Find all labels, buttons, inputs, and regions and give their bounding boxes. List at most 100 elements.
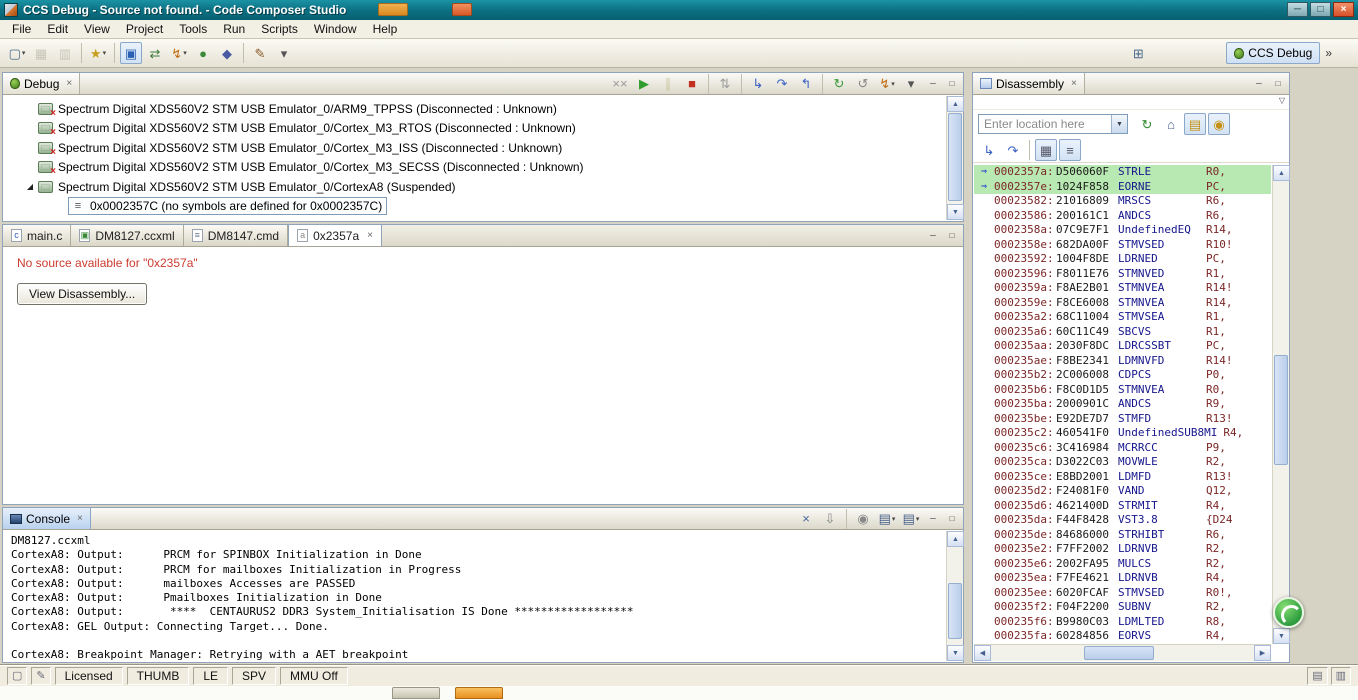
scroll-down-icon[interactable]: ▼ bbox=[1273, 628, 1290, 644]
new-button[interactable]: ▢ ▾ bbox=[6, 42, 28, 64]
disassembly-row[interactable]: 00023586: 200161C1 ANDCS R6, bbox=[974, 209, 1271, 224]
restart-button[interactable]: ↻ bbox=[828, 73, 850, 95]
tab-debug[interactable]: Debug × bbox=[3, 73, 81, 94]
maximize-view-button[interactable]: □ bbox=[943, 511, 961, 527]
disassembly-row[interactable]: 000235de: 84686000 STRHIBT R6, bbox=[974, 528, 1271, 543]
close-icon[interactable]: × bbox=[66, 78, 72, 89]
debug-tree-item[interactable]: Spectrum Digital XDS560V2 STM USB Emulat… bbox=[4, 138, 945, 158]
lock-pc-button[interactable]: ◉ bbox=[1208, 113, 1230, 135]
disassembly-hscrollbar[interactable]: ◀ ▶ bbox=[974, 644, 1271, 661]
disassembly-row[interactable]: 000235ee: 6020FCAF STMVSED R0!, bbox=[974, 586, 1271, 601]
clear-console-button[interactable]: × bbox=[795, 508, 817, 530]
scroll-lock-button[interactable]: ⇩ bbox=[819, 508, 841, 530]
disassembly-row[interactable]: 000235c6: 3C416984 MCRRCC P9, bbox=[974, 441, 1271, 456]
close-window-button[interactable]: × bbox=[1333, 2, 1354, 17]
disassembly-row[interactable]: 000235ba: 2000901C ANDCS R9, bbox=[974, 397, 1271, 412]
scroll-up-icon[interactable]: ▲ bbox=[947, 531, 964, 547]
location-combo[interactable]: Enter location here ▼ bbox=[978, 114, 1128, 134]
disassembly-row[interactable]: 000235b2: 2C006008 CDPCS P0, bbox=[974, 368, 1271, 383]
tab-console[interactable]: Console × bbox=[3, 508, 91, 529]
editor-tab-main-c[interactable]: c main.c bbox=[3, 225, 72, 246]
editor-state-cell[interactable]: ▢ bbox=[7, 666, 28, 685]
debug-tree-item[interactable]: ≡ 0x0002357C (no symbols are defined for … bbox=[4, 197, 945, 217]
maximize-view-button[interactable]: □ bbox=[943, 76, 961, 92]
disassembly-row[interactable]: 0002358a: 07C9E7F1 UndefinedEQ R14, bbox=[974, 223, 1271, 238]
close-icon[interactable]: × bbox=[1071, 78, 1077, 89]
scroll-right-icon[interactable]: ▶ bbox=[1254, 645, 1271, 661]
close-icon[interactable]: × bbox=[77, 513, 83, 524]
minimize-view-button[interactable]: ─ bbox=[1250, 76, 1268, 92]
step-return-button[interactable]: ↰ bbox=[795, 73, 817, 95]
editor-tab-dm8147-cmd[interactable]: ≡ DM8147.cmd bbox=[183, 225, 289, 246]
title-bar[interactable]: CCS Debug - Source not found. - Code Com… bbox=[0, 0, 1358, 20]
menu-tools[interactable]: Tools bbox=[171, 20, 215, 38]
perspective-ccs-debug-button[interactable]: CCS Debug bbox=[1226, 42, 1321, 64]
maximize-view-button[interactable]: □ bbox=[943, 228, 961, 244]
scrollbar-thumb[interactable] bbox=[1084, 646, 1154, 660]
tab-disassembly[interactable]: Disassembly × bbox=[973, 73, 1085, 94]
menu-window[interactable]: Window bbox=[306, 20, 365, 38]
disassembly-row[interactable]: 000235aa: 2030F8DC LDRCSSBT PC, bbox=[974, 339, 1271, 354]
edit-mode-cell[interactable]: ✎ bbox=[31, 666, 51, 685]
disassembly-row[interactable]: 000235ce: E8BD2001 LDMFD R13! bbox=[974, 470, 1271, 485]
disassembly-row[interactable]: 000235ca: D3022C03 MOVWLE R2, bbox=[974, 455, 1271, 470]
disassembly-row[interactable]: ⇒ 0002357e: 1024F858 EORNE PC, bbox=[974, 179, 1271, 194]
console-scrollbar[interactable]: ▲ ▼ bbox=[946, 531, 964, 661]
asm-step-over-button[interactable]: ↷ bbox=[1002, 139, 1024, 161]
scrollbar-thumb[interactable] bbox=[1274, 355, 1288, 465]
breakpoint-button[interactable]: ◆ bbox=[216, 42, 238, 64]
disassembly-row[interactable]: 000235be: E92DE7D7 STMFD R13! bbox=[974, 412, 1271, 427]
save-button[interactable]: ▦ bbox=[30, 42, 52, 64]
disassembly-row[interactable]: 000235a6: 60C11C49 SBCVS R1, bbox=[974, 325, 1271, 340]
refresh-view-button[interactable]: ▤ bbox=[1184, 113, 1206, 135]
scrollbar-thumb[interactable] bbox=[948, 113, 962, 201]
debug-tree-item[interactable]: Spectrum Digital XDS560V2 STM USB Emulat… bbox=[4, 119, 945, 138]
scrollbar-thumb[interactable] bbox=[948, 583, 962, 639]
close-icon[interactable]: × bbox=[367, 230, 373, 241]
trace-button[interactable]: ✎ bbox=[249, 42, 271, 64]
menu-file[interactable]: File bbox=[4, 20, 39, 38]
scroll-up-icon[interactable]: ▲ bbox=[1273, 165, 1290, 181]
new-wizard-button[interactable]: ★ ▾ bbox=[87, 42, 109, 64]
taskbar-item-fragment[interactable] bbox=[455, 687, 503, 699]
disassembly-row[interactable]: 000235d6: 4621400D STRMIT R4, bbox=[974, 499, 1271, 514]
location-input[interactable]: Enter location here bbox=[979, 117, 1111, 131]
scroll-down-icon[interactable]: ▼ bbox=[947, 645, 964, 661]
print-status-cell[interactable]: ▤ bbox=[1307, 666, 1328, 685]
menu-view[interactable]: View bbox=[76, 20, 118, 38]
disassembly-row[interactable]: 000235f6: B9980C03 LDMLTED R8, bbox=[974, 615, 1271, 630]
navigate-button[interactable]: ↻ bbox=[1136, 113, 1158, 135]
disassembly-row[interactable]: 00023596: F8011E76 STMNVED R1, bbox=[974, 267, 1271, 282]
scroll-down-icon[interactable]: ▼ bbox=[947, 204, 964, 220]
disassembly-row[interactable]: 000235b6: F8C0D1D5 STMNVEA R0, bbox=[974, 383, 1271, 398]
asm-step-into-button[interactable]: ↳ bbox=[978, 139, 1000, 161]
open-perspective-button[interactable]: ⊞ bbox=[1127, 42, 1149, 64]
terminate-button[interactable]: ■ bbox=[681, 73, 703, 95]
disassembly-row[interactable]: 0002358e: 682DA00F STMVSED R10! bbox=[974, 238, 1271, 253]
pin-console-button[interactable]: ◉ bbox=[852, 508, 874, 530]
disassembly-row[interactable]: 000235e6: 2002FA95 MULCS R2, bbox=[974, 557, 1271, 572]
floating-overlay-badge[interactable] bbox=[1273, 597, 1304, 628]
disassembly-row[interactable]: 000235f2: F04F2200 SUBNV R2, bbox=[974, 600, 1271, 615]
home-button[interactable]: ⌂ bbox=[1160, 113, 1182, 135]
disassembly-row[interactable]: 000235c2: 460541F0 UndefinedSUB8MI R4, bbox=[974, 426, 1271, 441]
connect-target-button[interactable]: ⇄ bbox=[144, 42, 166, 64]
debug-more-button[interactable]: ▾ bbox=[900, 73, 922, 95]
minimize-view-button[interactable]: ─ bbox=[924, 76, 942, 92]
save-all-button[interactable]: ▥ bbox=[54, 42, 76, 64]
disassembly-row[interactable]: 0002359a: F8AE2B01 STMNVEA R14! bbox=[974, 281, 1271, 296]
step-over-button[interactable]: ↷ bbox=[771, 73, 793, 95]
debug-launch-button[interactable]: ● bbox=[192, 42, 214, 64]
menu-project[interactable]: Project bbox=[118, 20, 171, 38]
scroll-up-icon[interactable]: ▲ bbox=[947, 96, 964, 112]
open-console-button[interactable]: ▤ ▾ bbox=[900, 508, 922, 530]
disassembly-vscrollbar[interactable]: ▲ ▼ bbox=[1272, 165, 1290, 644]
suspend-button[interactable]: ∥ bbox=[657, 73, 679, 95]
debug-scrollbar[interactable]: ▲ ▼ bbox=[946, 96, 964, 220]
flash-actions-button[interactable]: ↯ ▾ bbox=[876, 73, 898, 95]
disassembly-row[interactable]: 000235fa: 60284856 EORVS R4, bbox=[974, 629, 1271, 644]
maximize-window-button[interactable]: □ bbox=[1310, 2, 1331, 17]
taskbar-item-fragment[interactable] bbox=[392, 687, 440, 699]
disassembly-row[interactable]: ⇒ 0002357a: D506060F STRLE R0, bbox=[974, 165, 1271, 180]
show-addresses-button[interactable]: ≡ bbox=[1059, 139, 1081, 161]
